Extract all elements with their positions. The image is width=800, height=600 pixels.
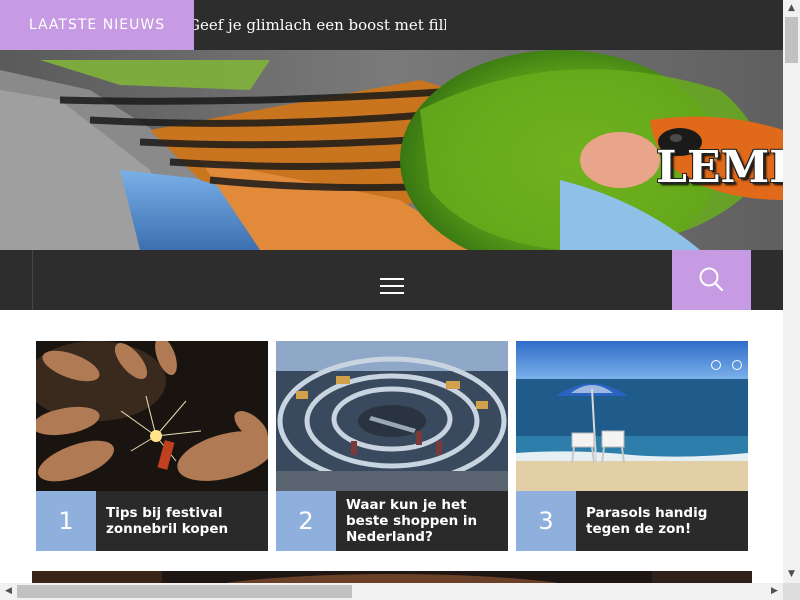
scroll-left-icon[interactable]: ◀ — [0, 583, 17, 600]
scroll-down-icon[interactable]: ▼ — [783, 566, 800, 583]
search-button[interactable] — [672, 250, 751, 310]
vertical-scrollbar[interactable]: ▲ ▼ — [783, 0, 800, 583]
vertical-scroll-thumb[interactable] — [785, 17, 798, 63]
header-banner: LEMISSIONNAIRE — [0, 50, 783, 250]
shopping-mall-photo — [276, 341, 508, 491]
hamburger-icon[interactable] — [380, 276, 404, 296]
card-number: 2 — [276, 491, 336, 551]
horizontal-scrollbar[interactable]: ◀ ▶ — [0, 583, 783, 600]
featured-post-card[interactable]: 2 Waar kun je het beste shoppen in Neder… — [276, 341, 508, 551]
scrollbar-corner — [783, 583, 800, 600]
horizontal-scroll-thumb[interactable] — [17, 585, 352, 598]
news-ticker: LAATSTE NIEUWS Geef je glimlach een boos… — [0, 0, 783, 50]
slider-pagination — [711, 360, 751, 374]
slider-dot[interactable] — [732, 360, 742, 370]
ticker-headline: Geef je glimlach een boost met fillers i… — [194, 16, 446, 34]
sparkler-photo — [36, 341, 268, 491]
ticker-headline-link[interactable]: Geef je glimlach een boost met fillers i… — [194, 0, 446, 50]
card-caption: 2 Waar kun je het beste shoppen in Neder… — [276, 491, 508, 551]
nav-divider — [32, 250, 33, 310]
card-title[interactable]: Waar kun je het beste shoppen in Nederla… — [346, 491, 504, 551]
site-title[interactable]: LEMISSIONNAIRE — [656, 142, 783, 193]
featured-post-card[interactable]: 1 Tips bij festival zonnebril kopen — [36, 341, 268, 551]
ticker-label: LAATSTE NIEUWS — [0, 0, 194, 50]
card-caption: 3 Parasols handig tegen de zon! — [516, 491, 748, 551]
card-title[interactable]: Tips bij festival zonnebril kopen — [106, 491, 264, 551]
scroll-up-icon[interactable]: ▲ — [783, 0, 800, 17]
search-icon — [699, 267, 724, 292]
card-caption: 1 Tips bij festival zonnebril kopen — [36, 491, 268, 551]
slider-dot[interactable] — [711, 360, 721, 370]
card-number: 3 — [516, 491, 576, 551]
scroll-right-icon[interactable]: ▶ — [766, 583, 783, 600]
card-number: 1 — [36, 491, 96, 551]
card-title[interactable]: Parasols handig tegen de zon! — [586, 491, 744, 551]
